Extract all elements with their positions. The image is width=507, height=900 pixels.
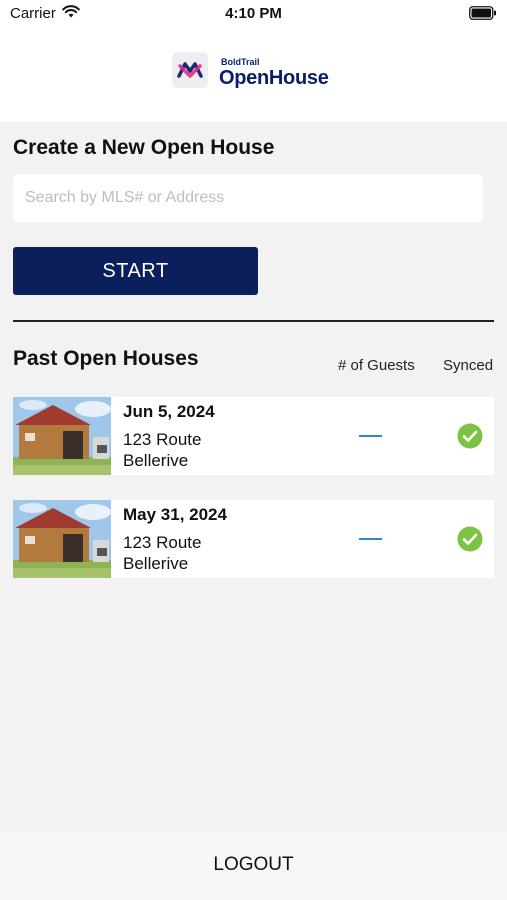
search-input[interactable] bbox=[13, 174, 483, 222]
guests-column-header: # of Guests bbox=[338, 357, 415, 374]
section-divider bbox=[13, 320, 494, 322]
house-thumbnail bbox=[13, 500, 111, 578]
battery-icon bbox=[469, 6, 497, 25]
open-house-row[interactable]: May 31, 2024 123 Route Bellerive bbox=[13, 500, 494, 578]
past-section-title: Past Open Houses bbox=[13, 347, 199, 370]
open-house-date: Jun 5, 2024 bbox=[123, 402, 215, 421]
logout-button[interactable]: LOGOUT bbox=[0, 854, 507, 876]
logo-brand-big: OpenHouse bbox=[219, 67, 329, 89]
create-section-title: Create a New Open House bbox=[13, 136, 275, 159]
guest-count-dash bbox=[359, 435, 382, 437]
logo-brand-small: BoldTrail bbox=[221, 57, 260, 67]
clock: 4:10 PM bbox=[225, 5, 282, 22]
open-house-address-line1: 123 Route bbox=[123, 430, 202, 449]
open-house-address-line2: Bellerive bbox=[123, 554, 189, 573]
app-logo-icon bbox=[172, 52, 208, 88]
guest-count-dash bbox=[359, 538, 382, 540]
synced-column-header: Synced bbox=[443, 357, 494, 374]
open-house-address-line2: Bellerive bbox=[123, 451, 189, 470]
open-house-row[interactable]: Jun 5, 2024 123 Route Bellerive bbox=[13, 397, 494, 475]
status-bar: Carrier 4:10 PM bbox=[0, 0, 507, 30]
synced-check-icon bbox=[457, 526, 483, 552]
open-house-address-line1: 123 Route bbox=[123, 533, 202, 552]
start-button[interactable]: START bbox=[13, 247, 258, 295]
synced-check-icon bbox=[457, 423, 483, 449]
open-house-date: May 31, 2024 bbox=[123, 505, 227, 524]
house-thumbnail bbox=[13, 397, 111, 475]
